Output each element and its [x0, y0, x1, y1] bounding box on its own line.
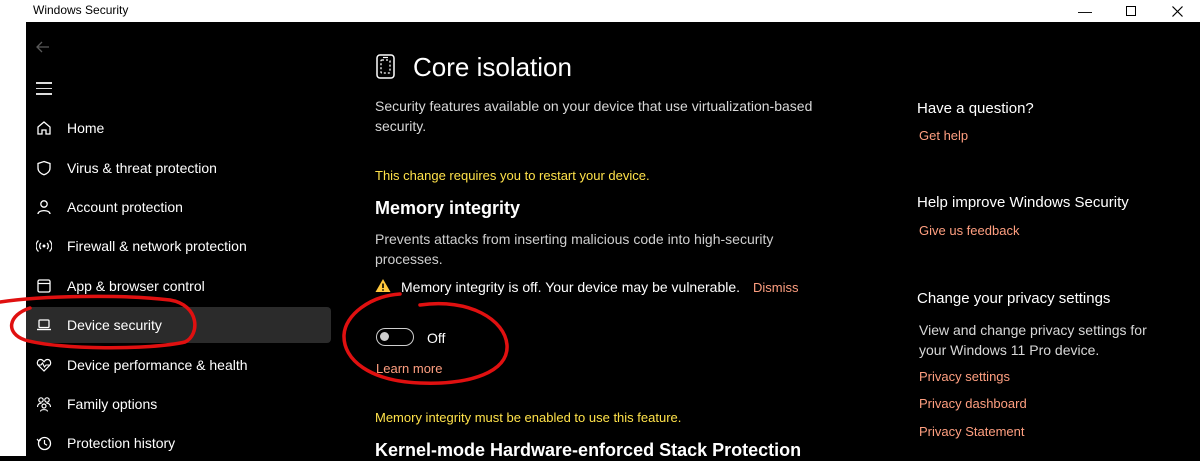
hamburger-icon-line — [36, 82, 52, 84]
heart-icon — [34, 355, 54, 375]
history-icon — [34, 433, 54, 453]
restart-notice: This change requires you to restart your… — [375, 168, 650, 183]
app-body: Home Virus & threat protection Account p… — [26, 22, 1200, 460]
shield-icon — [34, 158, 54, 178]
warning-icon — [375, 278, 391, 296]
maximize-button[interactable] — [1108, 0, 1154, 22]
privacy-dashboard-link[interactable]: Privacy dashboard — [919, 396, 1027, 411]
hamburger-icon-line — [36, 87, 52, 89]
app-window-icon — [34, 276, 54, 296]
feedback-link[interactable]: Give us feedback — [919, 223, 1019, 238]
back-arrow-icon — [36, 41, 49, 53]
sidebar-item-label: App & browser control — [67, 278, 205, 294]
dismiss-link[interactable]: Dismiss — [753, 280, 799, 295]
minimize-button[interactable]: — — [1062, 0, 1108, 22]
window-title: Windows Security — [33, 3, 129, 17]
sidebar-item-family[interactable]: Family options — [26, 386, 331, 422]
sidebar-item-firewall[interactable]: Firewall & network protection — [26, 228, 331, 264]
sidebar-item-device-security[interactable]: Device security — [26, 307, 331, 343]
sidebar-item-label: Device performance & health — [67, 357, 248, 373]
sidebar-item-account[interactable]: Account protection — [26, 189, 331, 225]
memory-integrity-description: Prevents attacks from inserting maliciou… — [375, 231, 774, 267]
memory-integrity-alert: Memory integrity is off. Your device may… — [375, 278, 799, 296]
home-icon — [34, 118, 54, 138]
alert-text: Memory integrity is off. Your device may… — [401, 279, 741, 295]
learn-more-link[interactable]: Learn more — [376, 361, 442, 376]
toggle-knob — [380, 332, 389, 341]
person-icon — [34, 197, 54, 217]
privacy-heading: Change your privacy settings — [917, 290, 1111, 307]
privacy-statement-link[interactable]: Privacy Statement — [919, 424, 1025, 439]
sidebar-item-label: Device security — [67, 317, 162, 333]
sidebar-item-virus-threat[interactable]: Virus & threat protection — [26, 150, 331, 186]
family-icon — [34, 394, 54, 414]
window-controls: — — [1062, 0, 1200, 22]
question-heading: Have a question? — [917, 100, 1034, 117]
sidebar-item-label: Account protection — [67, 199, 183, 215]
page-title: Core isolation — [413, 52, 572, 82]
sidebar-item-label: Home — [67, 120, 105, 136]
laptop-icon — [34, 315, 54, 335]
core-isolation-icon — [375, 53, 397, 86]
memory-integrity-toggle[interactable] — [376, 328, 414, 346]
maximize-icon — [1126, 6, 1136, 16]
sidebar-item-label: Family options — [67, 396, 158, 412]
improve-heading: Help improve Windows Security — [917, 194, 1129, 211]
title-bar: Windows Security — — [0, 0, 1200, 22]
wifi-icon — [34, 236, 54, 256]
toggle-state-label: Off — [427, 330, 446, 346]
hamburger-icon-line — [36, 93, 52, 95]
close-icon — [1171, 5, 1183, 17]
sidebar-item-label: Virus & threat protection — [67, 160, 217, 176]
sidebar-item-app-browser[interactable]: App & browser control — [26, 268, 331, 304]
window-left-edge — [0, 22, 26, 456]
sidebar-item-label: Firewall & network protection — [67, 238, 247, 254]
sidebar-item-home[interactable]: Home — [26, 110, 331, 146]
menu-button[interactable] — [36, 82, 52, 96]
privacy-description: View and change privacy settings for you… — [919, 322, 1147, 358]
sidebar-item-label: Protection history — [67, 435, 176, 451]
sidebar-item-performance[interactable]: Device performance & health — [26, 347, 331, 383]
get-help-link[interactable]: Get help — [919, 128, 968, 143]
feature-notice: Memory integrity must be enabled to use … — [375, 410, 682, 425]
memory-integrity-heading: Memory integrity — [375, 198, 521, 218]
close-button[interactable] — [1154, 0, 1200, 22]
privacy-settings-link[interactable]: Privacy settings — [919, 369, 1010, 384]
kernel-stack-protection-heading: Kernel-mode Hardware-enforced Stack Prot… — [375, 440, 802, 460]
page-description: Security features available on your devi… — [375, 98, 813, 134]
back-button[interactable] — [36, 40, 56, 56]
